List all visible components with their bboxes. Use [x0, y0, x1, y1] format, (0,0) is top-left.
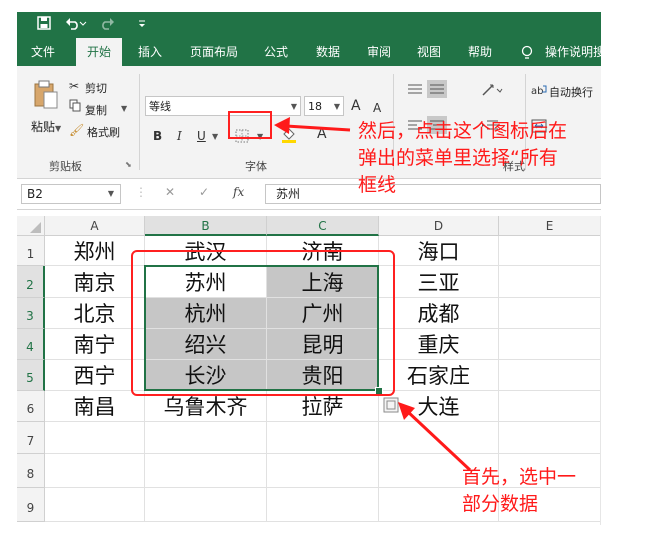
- instruction-text-bottom: 首先，选中一 部分数据: [462, 464, 576, 518]
- instruction-line: 弹出的菜单里选择“所有: [358, 147, 558, 169]
- annotation-arrows: [274, 117, 472, 472]
- instruction-line: 部分数据: [462, 493, 539, 515]
- instruction-line: 首先，选中一: [462, 466, 577, 488]
- arrow-to-borders-icon: [274, 117, 351, 134]
- instruction-text-top: 然后，点击这个图标后在 弹出的菜单里选择“所有 框线: [358, 118, 567, 199]
- instruction-line: 然后，点击这个图标后在: [358, 120, 568, 142]
- instruction-line: 框线: [358, 174, 397, 196]
- arrow-to-selection: [398, 402, 472, 472]
